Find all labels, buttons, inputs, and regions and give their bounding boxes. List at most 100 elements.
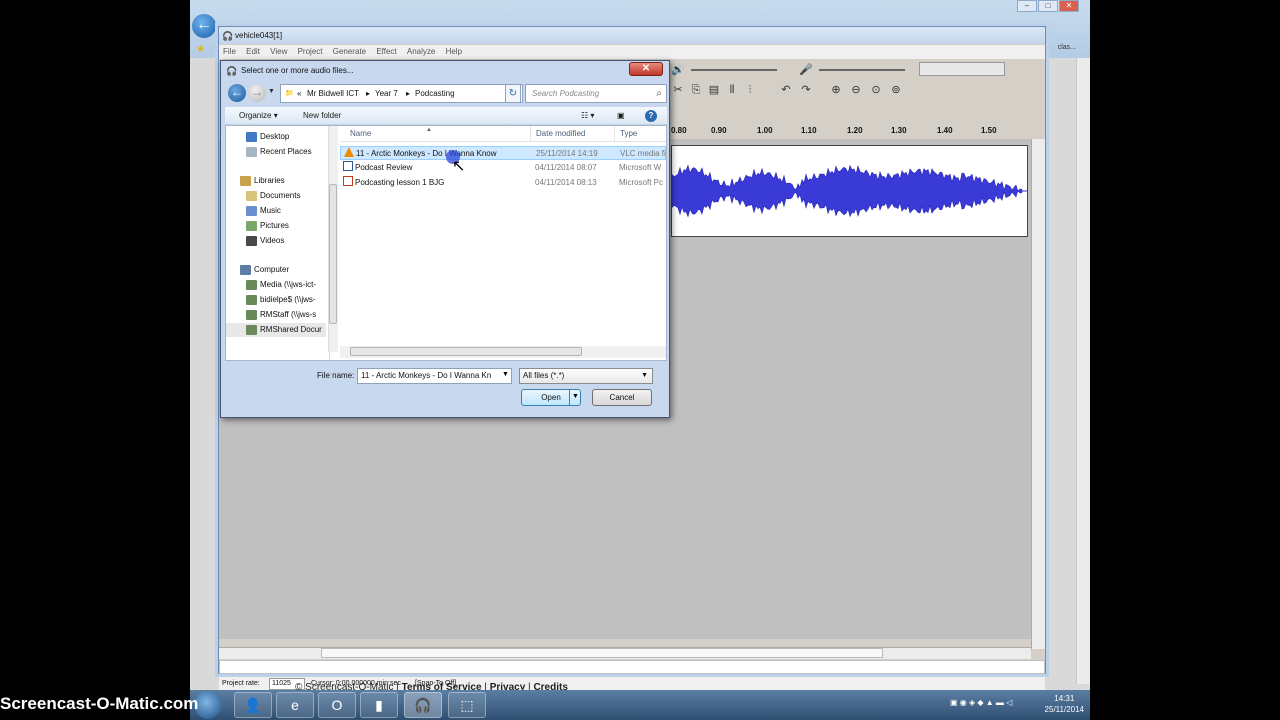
column-name[interactable]: Name	[350, 126, 371, 142]
cancel-button[interactable]: Cancel	[592, 389, 652, 406]
dialog-close-button[interactable]: ✕	[629, 62, 663, 76]
menu-help[interactable]: Help	[446, 45, 462, 59]
menu-generate[interactable]: Generate	[333, 45, 366, 59]
nav-item-documents[interactable]: Documents	[226, 189, 326, 203]
scrollbar-thumb[interactable]	[321, 648, 883, 658]
speaker-icon[interactable]: 🔊	[671, 63, 685, 77]
organize-button[interactable]: Organize ▾	[239, 107, 278, 125]
search-icon[interactable]: ⌕	[656, 85, 662, 102]
user-icon[interactable]: 👤	[234, 692, 272, 718]
record-volume-slider[interactable]	[819, 69, 905, 71]
fit-selection-icon[interactable]: ⊙	[869, 83, 883, 97]
favorites-star-icon[interactable]: ★	[196, 44, 205, 55]
playback-volume-slider[interactable]	[691, 69, 777, 71]
browser-scrollbar[interactable]	[1076, 58, 1090, 684]
menu-effect[interactable]: Effect	[376, 45, 396, 59]
column-divider[interactable]	[530, 126, 531, 142]
tray-icons[interactable]: ▣ ◉ ◈ ◆ ▲ ▬ ◁	[950, 698, 1012, 707]
open-file-dialog: 🎧 Select one or more audio files... ✕ ← …	[220, 60, 670, 418]
breadcrumb[interactable]: 📁 « Mr Bidwell ICT ▸ Year 7 ▸ Podcasting…	[280, 84, 523, 103]
fit-project-icon[interactable]: ⊚	[889, 83, 903, 97]
file-name-input[interactable]: 11 - Arctic Monkeys - Do I Wanna Kn	[357, 368, 512, 384]
clock[interactable]: 14:31 25/11/2014	[1045, 693, 1084, 715]
nav-label: Documents	[260, 191, 301, 200]
maximize-icon[interactable]: □	[1038, 0, 1058, 12]
menu-view[interactable]: View	[270, 45, 287, 59]
recent-locations-chevron-icon[interactable]: ▼	[268, 88, 275, 95]
microphone-icon[interactable]: 🎤	[799, 63, 813, 77]
mouse-pointer-icon: ↖	[452, 158, 466, 175]
column-divider[interactable]	[614, 126, 615, 142]
view-options-icon[interactable]: ☷ ▾	[581, 107, 594, 125]
nav-item-drive[interactable]: RMStaff (\\jws-s	[226, 308, 326, 322]
outlook-icon[interactable]: O	[318, 692, 356, 718]
taskbar: 👤 e O ▮ 🎧 ⬚ ▣ ◉ ◈ ◆ ▲ ▬ ◁ 14:31 25/11/20…	[190, 690, 1090, 720]
help-icon[interactable]: ?	[645, 110, 657, 122]
paste-icon[interactable]: ▤	[707, 83, 721, 97]
trim-icon[interactable]: ✂	[671, 83, 685, 97]
breadcrumb-item[interactable]: Mr Bidwell ICT	[307, 85, 359, 102]
nav-item-videos[interactable]: Videos	[226, 234, 326, 248]
music-icon	[246, 205, 257, 216]
refresh-icon[interactable]: ↻	[505, 84, 521, 103]
nav-item-music[interactable]: Music	[226, 204, 326, 218]
ruler-tick: 1.30	[891, 126, 907, 135]
nav-item-desktop[interactable]: Desktop	[226, 130, 326, 144]
new-folder-button[interactable]: New folder	[303, 107, 341, 125]
ie-icon[interactable]: e	[276, 692, 314, 718]
zoom-in-icon[interactable]: ⊕	[829, 83, 843, 97]
file-name: Podcasting lesson 1 BJG	[355, 178, 445, 187]
menu-edit[interactable]: Edit	[246, 45, 260, 59]
waveform	[671, 164, 1027, 218]
nav-item-pictures[interactable]: Pictures	[226, 219, 326, 233]
device-select[interactable]	[919, 62, 1005, 76]
menu-analyze[interactable]: Analyze	[407, 45, 435, 59]
close-icon[interactable]: ✕	[1059, 0, 1079, 12]
nav-item-computer[interactable]: Computer	[226, 263, 326, 277]
breadcrumb-separator: ▸	[366, 89, 371, 98]
nav-item-libraries[interactable]: Libraries	[226, 174, 326, 188]
search-input[interactable]: Search Podcasting ⌕	[525, 84, 667, 103]
breadcrumb-separator: ▸	[406, 89, 411, 98]
silence-icon[interactable]: ⫶	[743, 83, 757, 97]
file-type-filter[interactable]: All files (*.*) ▼	[519, 368, 653, 384]
breadcrumb-item[interactable]: Podcasting	[415, 85, 455, 102]
file-date: 04/11/2014 08:13	[535, 178, 597, 187]
minimize-icon[interactable]: –	[1017, 0, 1037, 12]
fileshare-icon[interactable]: ▮	[360, 692, 398, 718]
trim-audio-icon[interactable]: ⫴	[725, 83, 739, 97]
nav-pane-scrollbar-thumb[interactable]	[329, 184, 337, 324]
track-vertical-scrollbar[interactable]	[1031, 139, 1045, 649]
redo-icon[interactable]: ↷	[799, 83, 813, 97]
column-type[interactable]: Type	[620, 126, 637, 142]
nav-item-drive[interactable]: RMShared Docur	[226, 323, 326, 337]
videos-icon	[246, 235, 257, 246]
snip-icon[interactable]: ⬚	[448, 692, 486, 718]
audacity-icon[interactable]: 🎧	[404, 692, 442, 718]
browser-back-icon[interactable]: ←	[192, 14, 216, 38]
zoom-out-icon[interactable]: ⊖	[849, 83, 863, 97]
menu-project[interactable]: Project	[298, 45, 323, 59]
menu-file[interactable]: File	[223, 45, 236, 59]
open-options-chevron-icon[interactable]: ▼	[569, 389, 581, 406]
file-list-scrollbar-thumb[interactable]	[350, 347, 582, 356]
preview-pane-icon[interactable]: ▣	[617, 107, 625, 125]
column-date-modified[interactable]: Date modified	[536, 126, 585, 142]
nav-item-drive[interactable]: bidielpe$ (\\jws-	[226, 293, 326, 307]
forward-icon[interactable]: →	[248, 84, 266, 102]
audio-track[interactable]	[671, 145, 1028, 237]
file-row[interactable]: 11 - Arctic Monkeys - Do I Wanna Know 25…	[340, 146, 666, 160]
back-icon[interactable]: ←	[228, 84, 246, 102]
clock-time: 14:31	[1054, 694, 1075, 703]
breadcrumb-item[interactable]: Year 7	[375, 85, 398, 102]
file-name-chevron-icon[interactable]: ▼	[502, 371, 509, 378]
timeline-ruler[interactable]: 0.80 0.90 1.00 1.10 1.20 1.30 1.40 1.50	[671, 124, 1027, 138]
file-row[interactable]: Podcast Review 04/11/2014 08:07 Microsof…	[340, 161, 666, 175]
breadcrumb-overflow[interactable]: «	[297, 85, 301, 102]
nav-item-drive[interactable]: Media (\\jws-ict-	[226, 278, 326, 292]
nav-item-recent-places[interactable]: Recent Places	[226, 145, 326, 159]
undo-icon[interactable]: ↶	[779, 83, 793, 97]
powerpoint-icon	[343, 176, 353, 186]
file-row[interactable]: Podcasting lesson 1 BJG 04/11/2014 08:13…	[340, 176, 666, 190]
copy-icon[interactable]: ⎘	[689, 83, 703, 97]
